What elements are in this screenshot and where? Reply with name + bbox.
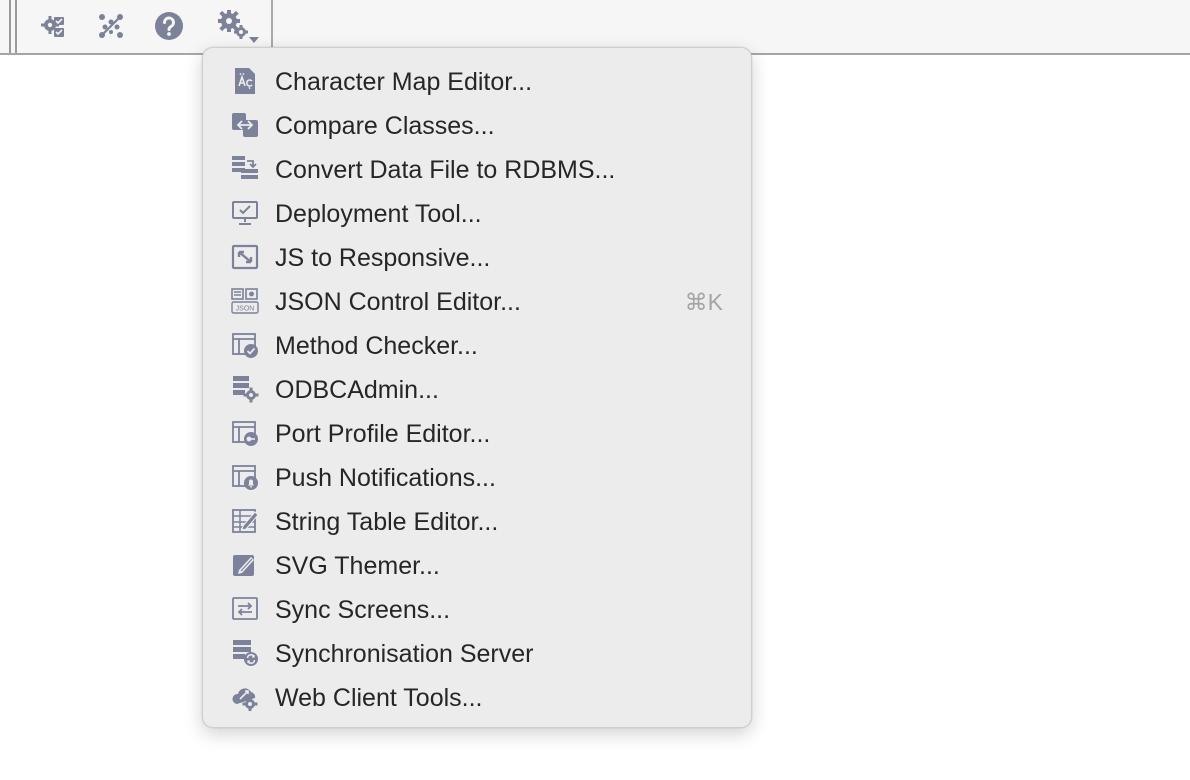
menu-item-compare-classes[interactable]: Compare Classes...	[203, 103, 751, 147]
deployment-monitor-icon	[230, 199, 260, 227]
menu-item-string-table-editor[interactable]: String Table Editor...	[203, 499, 751, 543]
scatter-nodes-icon	[99, 14, 123, 38]
menu-item-label: Character Map Editor...	[275, 68, 533, 96]
help-button[interactable]	[153, 10, 185, 42]
menu-item-label: Deployment Tool...	[275, 200, 482, 228]
menu-item-character-map-editor[interactable]: Character Map Editor...	[203, 59, 751, 103]
menu-item-label: Method Checker...	[275, 332, 478, 360]
menu-item-deployment-tool[interactable]: Deployment Tool...	[203, 191, 751, 235]
port-profile-icon	[230, 419, 260, 447]
menu-item-push-notifications[interactable]: Push Notifications...	[203, 455, 751, 499]
help-icon	[155, 12, 183, 40]
push-notification-icon	[230, 463, 260, 491]
odbc-admin-icon	[230, 375, 260, 403]
convert-data-icon	[230, 155, 260, 183]
character-map-icon	[230, 67, 260, 95]
menu-item-odbc-admin[interactable]: ODBCAdmin...	[203, 367, 751, 411]
menu-item-label: String Table Editor...	[275, 508, 499, 536]
menu-item-svg-themer[interactable]: SVG Themer...	[203, 543, 751, 587]
menu-item-label: JS to Responsive...	[275, 244, 491, 272]
sync-screens-icon	[230, 595, 260, 623]
method-checker-icon	[230, 331, 260, 359]
menu-item-label: ODBCAdmin...	[275, 376, 439, 404]
toolbar-grip[interactable]	[9, 0, 11, 53]
string-table-icon	[230, 507, 260, 535]
keyboard-shortcut: ⌘K	[684, 289, 723, 315]
toolbar-grip[interactable]	[15, 0, 17, 53]
menu-item-label: Push Notifications...	[275, 464, 496, 492]
tools-dropdown-menu: Character Map Editor... Compare Classes.…	[202, 47, 752, 728]
svg-text:JSON: JSON	[236, 306, 255, 313]
menu-item-label: SVG Themer...	[275, 552, 440, 580]
responsive-resize-icon	[230, 243, 260, 271]
menu-item-port-profile-editor[interactable]: Port Profile Editor...	[203, 411, 751, 455]
settings-check-icon	[41, 16, 64, 37]
json-control-icon: JSON	[230, 287, 260, 315]
menu-item-js-to-responsive[interactable]: JS to Responsive...	[203, 235, 751, 279]
menu-item-label: Convert Data File to RDBMS...	[275, 156, 616, 184]
compare-classes-icon	[230, 111, 260, 139]
menu-item-convert-data-file[interactable]: Convert Data File to RDBMS...	[203, 147, 751, 191]
menu-item-label: JSON Control Editor...	[275, 288, 521, 316]
menu-item-label: Web Client Tools...	[275, 684, 483, 712]
svg-themer-icon	[230, 551, 260, 579]
web-client-tools-icon	[230, 683, 260, 711]
menu-item-sync-screens[interactable]: Sync Screens...	[203, 587, 751, 631]
menu-item-web-client-tools[interactable]: Web Client Tools...	[203, 675, 751, 719]
menu-item-label: Compare Classes...	[275, 112, 495, 140]
menu-item-label: Sync Screens...	[275, 596, 451, 624]
settings-check-button[interactable]	[37, 10, 69, 42]
toolbar-separator	[271, 0, 273, 53]
scatter-nodes-button[interactable]	[95, 10, 127, 42]
menu-item-label: Port Profile Editor...	[275, 420, 491, 448]
menu-item-json-control-editor[interactable]: JSON JSON Control Editor... ⌘K	[203, 279, 751, 323]
menu-item-method-checker[interactable]: Method Checker...	[203, 323, 751, 367]
sync-server-icon	[230, 639, 260, 667]
gears-dropdown-icon	[218, 10, 259, 43]
tools-menu-button[interactable]	[216, 10, 262, 43]
menu-item-label: Synchronisation Server	[275, 640, 534, 668]
menu-item-synchronisation-server[interactable]: Synchronisation Server	[203, 631, 751, 675]
